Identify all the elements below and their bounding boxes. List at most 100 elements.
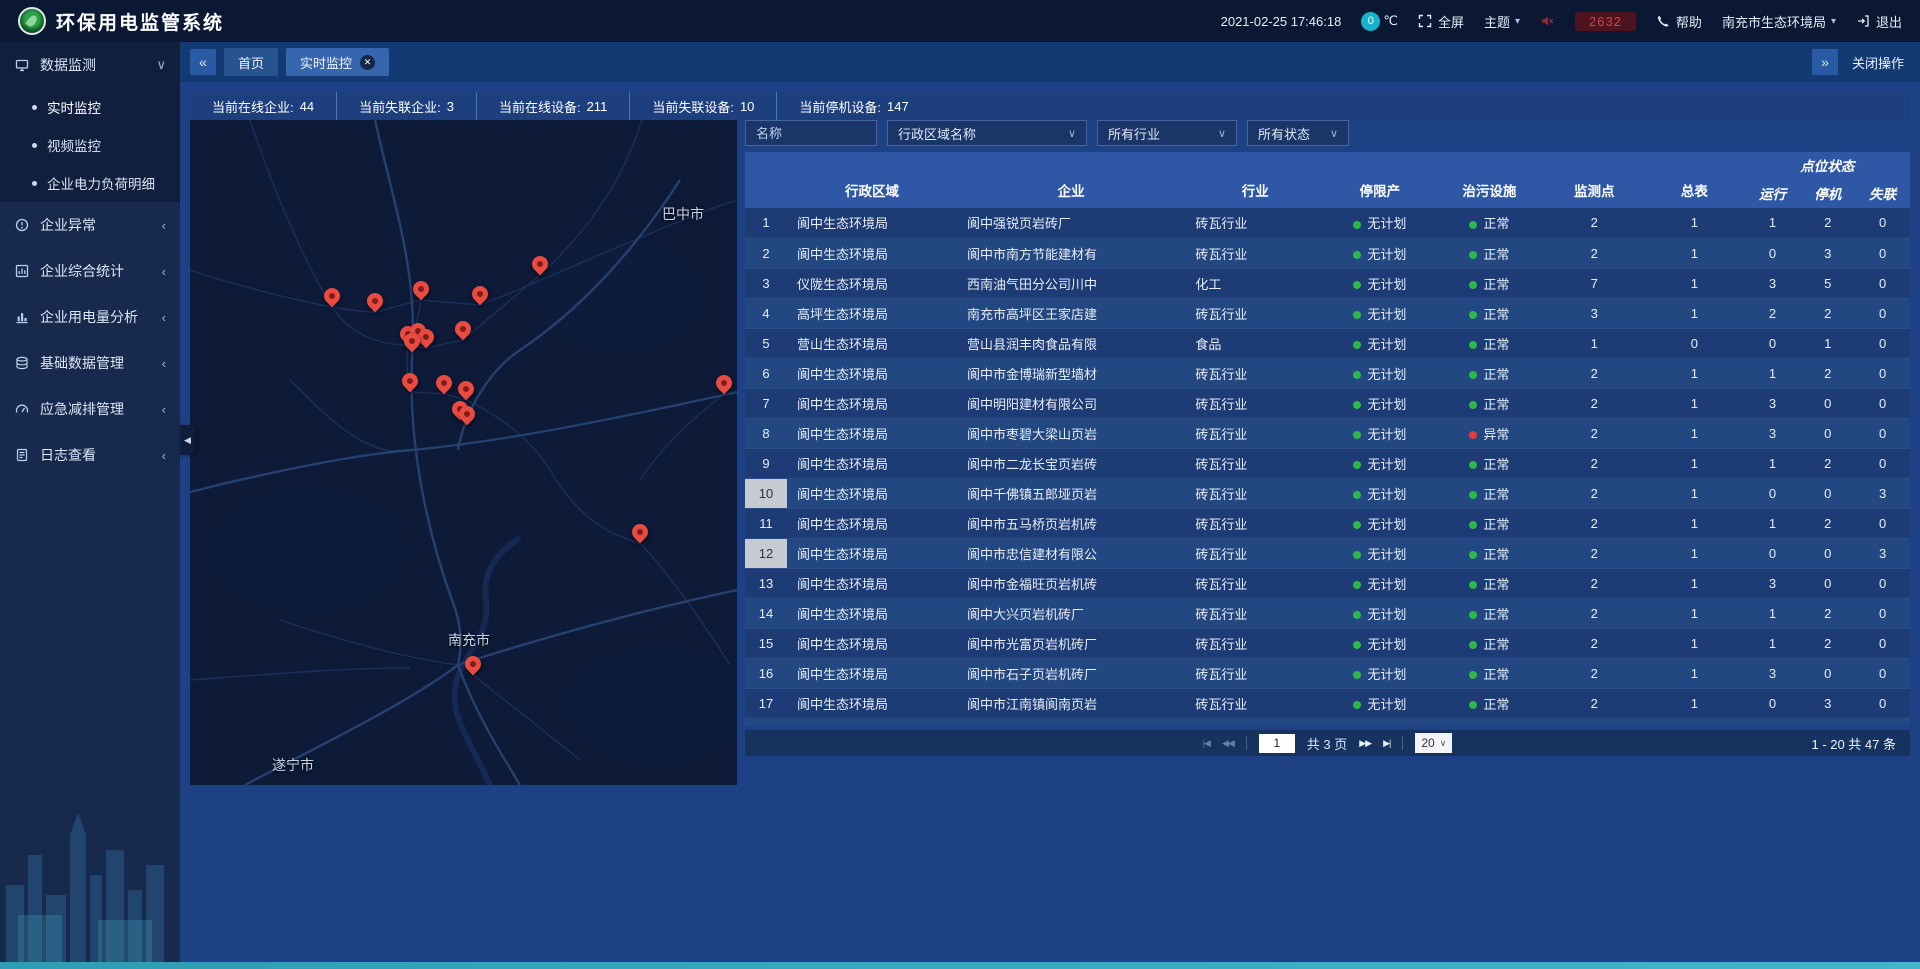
alert-count-badge[interactable]: 2632 <box>1575 12 1636 31</box>
cell-offline: 0 <box>1855 718 1910 726</box>
sidebar: 数据监测 ∨ 实时监控 视频监控 企业电力负荷明细 <box>0 42 180 969</box>
close-icon[interactable]: ✕ <box>360 55 375 70</box>
table-row[interactable]: 13 阆中生态环境局 阆中市金福旺页岩机砖 砖瓦行业 无计划 正常 2 1 3 … <box>745 568 1910 598</box>
limit-status-dot <box>1353 371 1361 379</box>
name-filter[interactable] <box>745 120 877 146</box>
sidebar-item-base-data[interactable]: 基础数据管理 ‹ <box>0 340 180 386</box>
status-filter-select[interactable]: 所有状态 ∨ <box>1247 120 1349 146</box>
tabs-scroll-right-button[interactable]: » <box>1812 49 1838 75</box>
table-row[interactable]: 5 营山生态环境局 营山县润丰肉食品有限 食品 无计划 正常 1 0 0 1 0 <box>745 328 1910 358</box>
limit-status-dot <box>1353 281 1361 289</box>
cell-index: 5 <box>745 328 787 358</box>
table-row[interactable]: 8 阆中生态环境局 阆中市枣碧大梁山页岩 砖瓦行业 无计划 异常 2 1 3 0… <box>745 418 1910 448</box>
map[interactable]: 巴中市南充市遂宁市 <box>190 120 737 785</box>
logout-label: 退出 <box>1876 12 1902 31</box>
sidebar-collapse-button[interactable]: ◀ <box>180 425 195 455</box>
cell-monitor-points: 2 <box>1544 568 1644 598</box>
tabs-scroll-left-button[interactable]: « <box>190 49 216 75</box>
limit-status-dot <box>1353 341 1361 349</box>
table-row[interactable]: 3 仪陇生态环境局 西南油气田分公司川中 化工 无计划 正常 7 1 3 5 0 <box>745 268 1910 298</box>
table-row[interactable]: 4 高坪生态环境局 南充市高坪区王家店建 砖瓦行业 无计划 正常 3 1 2 2… <box>745 298 1910 328</box>
footer-accent-strip <box>0 962 1920 969</box>
theme-menu[interactable]: 主题 ▾ <box>1484 12 1520 31</box>
cell-index: 10 <box>745 478 787 508</box>
sidebar-item-video-monitor[interactable]: 视频监控 <box>0 126 180 164</box>
chevron-left-icon: ‹ <box>156 264 166 279</box>
sidebar-item-logs[interactable]: 日志查看 ‹ <box>0 432 180 478</box>
sidebar-item-data-monitor[interactable]: 数据监测 ∨ <box>0 42 180 88</box>
table-row[interactable]: 1 阆中生态环境局 阆中强锐页岩砖厂 砖瓦行业 无计划 正常 2 1 1 2 0 <box>745 208 1910 238</box>
tab-home[interactable]: 首页 <box>224 48 278 76</box>
last-page-button[interactable]: ▶| <box>1383 738 1390 749</box>
sidebar-item-power-analysis[interactable]: 企业用电量分析 ‹ <box>0 294 180 340</box>
stat-value: 44 <box>300 99 314 114</box>
cell-production-limit: 无计划 <box>1325 328 1435 358</box>
table-row[interactable]: 14 阆中生态环境局 阆中大兴页岩机砖厂 砖瓦行业 无计划 正常 2 1 1 2… <box>745 598 1910 628</box>
facility-status-dot <box>1469 341 1477 349</box>
chevron-left-icon: ‹ <box>156 218 166 233</box>
table-row[interactable]: 15 阆中生态环境局 阆中市光富页岩机砖厂 砖瓦行业 无计划 正常 2 1 1 … <box>745 628 1910 658</box>
cell-pollution-facility: 异常 <box>1435 418 1545 448</box>
fullscreen-button[interactable]: 全屏 <box>1418 12 1464 31</box>
pager-divider <box>1402 736 1403 750</box>
sidebar-item-enterprise-stats[interactable]: 企业综合统计 ‹ <box>0 248 180 294</box>
table-row[interactable]: 11 阆中生态环境局 阆中市五马桥页岩机砖 砖瓦行业 无计划 正常 2 1 1 … <box>745 508 1910 538</box>
cell-pollution-facility: 正常 <box>1435 208 1545 238</box>
cell-stopped: 0 <box>1800 568 1855 598</box>
table-row[interactable]: 10 阆中生态环境局 阆中千佛镇五郎垭页岩 砖瓦行业 无计划 正常 2 1 0 … <box>745 478 1910 508</box>
cell-offline: 0 <box>1855 598 1910 628</box>
cell-industry: 砖瓦行业 <box>1185 388 1325 418</box>
sidebar-item-label: 基础数据管理 <box>40 353 156 373</box>
database-icon <box>14 355 30 371</box>
cell-region: 阆中生态环境局 <box>787 628 957 658</box>
table-row[interactable]: 9 阆中生态环境局 阆中市二龙长宝页岩砖 砖瓦行业 无计划 正常 2 1 1 2… <box>745 448 1910 478</box>
table-row[interactable]: 12 阆中生态环境局 阆中市忠信建材有限公 砖瓦行业 无计划 正常 2 1 0 … <box>745 538 1910 568</box>
cell-stopped: 2 <box>1800 598 1855 628</box>
cell-company: 阆中市金福旺页岩机砖 <box>957 568 1185 598</box>
org-menu[interactable]: 南充市生态环境局 ▾ <box>1722 12 1836 31</box>
region-filter-value: 行政区域名称 <box>898 124 976 143</box>
table-row[interactable]: 2 阆中生态环境局 阆中市南方节能建材有 砖瓦行业 无计划 正常 2 1 0 3… <box>745 238 1910 268</box>
first-page-button[interactable]: |◀ <box>1203 738 1210 749</box>
cell-stopped: 0 <box>1800 658 1855 688</box>
stats-icon <box>14 263 30 279</box>
cell-index: 13 <box>745 568 787 598</box>
menu-section-data-monitor: 数据监测 ∨ 实时监控 视频监控 企业电力负荷明细 <box>0 42 180 202</box>
help-button[interactable]: 帮助 <box>1656 12 1702 31</box>
cell-running: 1 <box>1745 628 1801 658</box>
chevron-down-icon: ∨ <box>1330 127 1338 140</box>
app-logo-icon <box>18 7 46 35</box>
table-panel: 行政区域名称 ∨ 所有行业 ∨ 所有状态 ∨ <box>745 120 1910 756</box>
sidebar-item-emergency[interactable]: 应急减排管理 ‹ <box>0 386 180 432</box>
logout-button[interactable]: 退出 <box>1856 12 1902 31</box>
stat-offline-devices: 当前失联设备: 10 <box>629 92 776 120</box>
document-icon <box>14 447 30 463</box>
chevron-left-icon: ‹ <box>156 402 166 417</box>
table-row[interactable]: 6 阆中生态环境局 阆中市金博瑞新型墙材 砖瓦行业 无计划 正常 2 1 1 2… <box>745 358 1910 388</box>
table-row[interactable]: 16 阆中生态环境局 阆中市石子页岩机砖厂 砖瓦行业 无计划 正常 2 1 3 … <box>745 658 1910 688</box>
tab-realtime-monitor[interactable]: 实时监控 ✕ <box>286 48 389 76</box>
cell-production-limit: 无计划 <box>1325 298 1435 328</box>
facility-status-dot <box>1469 401 1477 409</box>
col-pollution-facility: 治污设施 <box>1435 152 1545 208</box>
cell-total-meter: 1 <box>1644 298 1744 328</box>
close-operations-button[interactable]: 关闭操作 <box>1852 53 1904 72</box>
sidebar-item-power-load-detail[interactable]: 企业电力负荷明细 <box>0 164 180 202</box>
table-row[interactable]: 18 南部生态环境局 南部县宏泰水泥有限公 建材 无计划 正常 2 1 0 6 … <box>745 718 1910 726</box>
table-row[interactable]: 7 阆中生态环境局 阆中明阳建材有限公司 砖瓦行业 无计划 正常 2 1 3 0… <box>745 388 1910 418</box>
name-filter-input[interactable] <box>756 126 861 141</box>
region-filter-select[interactable]: 行政区域名称 ∨ <box>887 120 1087 146</box>
mute-button[interactable] <box>1540 14 1555 29</box>
next-page-button[interactable]: ▶▶ <box>1359 738 1371 749</box>
cell-monitor-points: 2 <box>1544 358 1644 388</box>
sidebar-item-realtime-monitor[interactable]: 实时监控 <box>0 88 180 126</box>
cell-production-limit: 无计划 <box>1325 598 1435 628</box>
cell-monitor-points: 2 <box>1544 658 1644 688</box>
page-number-input[interactable] <box>1259 734 1295 753</box>
sidebar-item-enterprise-abnormal[interactable]: 企业异常 ‹ <box>0 202 180 248</box>
facility-status-dot <box>1469 371 1477 379</box>
industry-filter-select[interactable]: 所有行业 ∨ <box>1097 120 1237 146</box>
prev-page-button[interactable]: ◀◀ <box>1222 738 1234 749</box>
table-row[interactable]: 17 阆中生态环境局 阆中市江南镇阆南页岩 砖瓦行业 无计划 正常 2 1 0 … <box>745 688 1910 718</box>
page-size-select[interactable]: 20 ∨ <box>1415 733 1452 753</box>
